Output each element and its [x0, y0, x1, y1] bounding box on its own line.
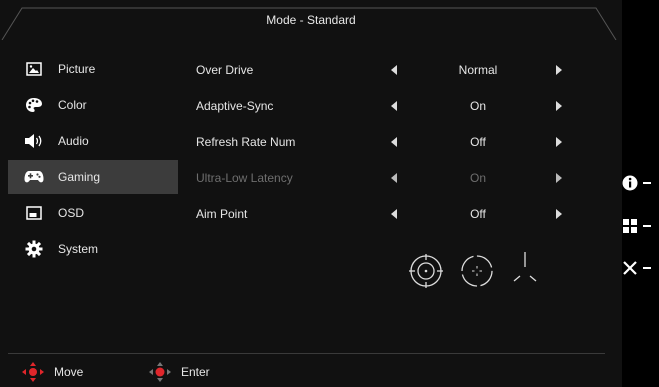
palette-icon — [24, 96, 44, 114]
sidebar-item-picture[interactable]: Picture — [8, 52, 178, 86]
close-icon — [623, 261, 637, 275]
osd-header: Mode - Standard — [0, 0, 622, 40]
osd-panel: Mode - Standard Picture Color Audio Gami… — [0, 0, 622, 387]
setting-label: Over Drive — [196, 63, 254, 77]
sidebar-item-system[interactable]: System — [8, 232, 178, 266]
aim-point-circle-icon[interactable] — [408, 253, 444, 289]
setting-label: Aim Point — [196, 207, 248, 221]
sidebar-item-label: Picture — [58, 62, 96, 76]
sidebar-item-label: OSD — [58, 206, 85, 220]
arrow-right-icon[interactable] — [556, 137, 562, 147]
setting-row-over-drive[interactable]: Over Drive Normal — [180, 52, 610, 88]
picture-icon — [24, 60, 44, 78]
joystick-enter-icon — [149, 362, 171, 382]
arrow-left-icon[interactable] — [391, 209, 397, 219]
right-button-bar — [622, 0, 659, 387]
setting-label: Adaptive-Sync — [196, 99, 274, 113]
info-button[interactable] — [622, 173, 659, 193]
footer-move-label: Move — [54, 365, 84, 379]
arrow-right-icon[interactable] — [556, 101, 562, 111]
setting-value: Normal — [458, 63, 498, 77]
arrow-left-icon[interactable] — [391, 65, 397, 75]
sidebar-item-label: Gaming — [58, 170, 101, 184]
footer-move: Move — [20, 362, 83, 382]
speaker-icon — [24, 132, 44, 150]
setting-row-refresh-rate-num[interactable]: Refresh Rate Num Off — [180, 124, 610, 160]
arrow-right-icon[interactable] — [556, 65, 562, 75]
menu-button[interactable] — [622, 216, 659, 236]
dash-marker — [643, 267, 651, 269]
sidebar-item-gaming[interactable]: Gaming — [8, 160, 178, 194]
sidebar-item-label: Audio — [58, 134, 89, 148]
info-icon — [622, 175, 638, 191]
aim-point-circle-dashed-icon[interactable] — [459, 253, 495, 289]
setting-value: On — [469, 99, 486, 113]
setting-label: Ultra-Low Latency — [196, 171, 293, 185]
sidebar-item-label: Color — [58, 98, 87, 112]
setting-value: Off — [470, 135, 486, 149]
arrow-left-icon[interactable] — [391, 137, 397, 147]
dash-marker — [643, 225, 651, 227]
setting-row-adaptive-sync[interactable]: Adaptive-Sync On — [180, 88, 610, 124]
footer-enter: Enter — [147, 362, 210, 382]
joystick-move-icon — [22, 362, 44, 382]
sidebar-item-audio[interactable]: Audio — [8, 124, 178, 158]
arrow-right-icon — [556, 173, 562, 183]
sidebar-item-label: System — [58, 242, 99, 256]
setting-value: Off — [470, 207, 486, 221]
arrow-right-icon[interactable] — [556, 209, 562, 219]
arrow-left-icon[interactable] — [391, 101, 397, 111]
footer-enter-label: Enter — [181, 365, 210, 379]
setting-value: On — [469, 171, 486, 185]
osd-icon — [24, 204, 44, 222]
setting-row-ultra-low-latency: Ultra-Low Latency On — [180, 160, 610, 196]
dash-marker — [643, 182, 651, 184]
menu-grid-icon — [623, 219, 637, 233]
setting-label: Refresh Rate Num — [196, 135, 296, 149]
gear-icon — [24, 240, 44, 258]
aim-point-tri-icon[interactable] — [510, 250, 540, 290]
sidebar-item-osd[interactable]: OSD — [8, 196, 178, 230]
gamepad-icon — [24, 168, 44, 186]
arrow-left-icon — [391, 173, 397, 183]
setting-row-aim-point[interactable]: Aim Point Off — [180, 196, 610, 232]
footer-divider — [8, 353, 605, 354]
sidebar-item-color[interactable]: Color — [8, 88, 178, 122]
page-title: Mode - Standard — [266, 13, 356, 27]
close-button[interactable] — [622, 258, 659, 278]
